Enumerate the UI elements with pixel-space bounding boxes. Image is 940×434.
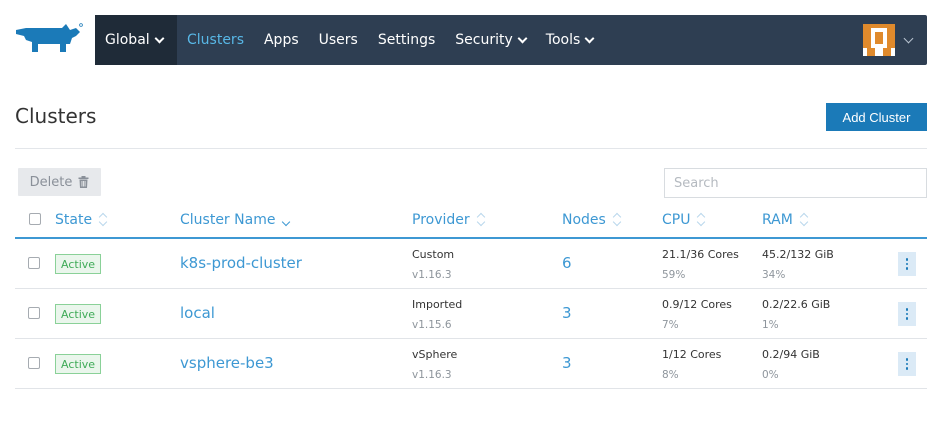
cpu-percent: 7% (662, 319, 679, 331)
global-menu[interactable]: Global (95, 15, 177, 65)
add-cluster-button[interactable]: Add Cluster (826, 103, 927, 131)
row-checkbox[interactable] (28, 357, 40, 369)
table-row: Active local Imported v1.15.6 3 0.9/12 C… (15, 289, 927, 339)
ram-percent: 0% (762, 369, 779, 381)
header-label: State (55, 212, 93, 228)
ram-usage: 45.2/132 GiB (762, 248, 834, 261)
nav-label: Users (318, 32, 358, 48)
cluster-name-link[interactable]: k8s-prod-cluster (180, 254, 302, 272)
provider-version: v1.16.3 (412, 269, 452, 281)
ram-usage: 0.2/94 GiB (762, 348, 820, 361)
rancher-logo-icon[interactable] (14, 22, 84, 58)
column-header-cluster-name[interactable]: Cluster Name (180, 212, 292, 228)
header-label: RAM (762, 212, 793, 228)
row-checkbox[interactable] (28, 307, 40, 319)
divider (15, 148, 927, 149)
top-nav: Global Clusters Apps Users Settings Secu… (95, 15, 927, 65)
nav-item-tools[interactable]: Tools (536, 15, 604, 65)
column-header-nodes[interactable]: Nodes (562, 212, 623, 228)
ram-usage: 0.2/22.6 GiB (762, 298, 831, 311)
nav-item-clusters[interactable]: Clusters (177, 15, 254, 65)
cpu-usage: 21.1/36 Cores (662, 248, 739, 261)
table-header: State Cluster Name Provider Nodes CPU RA… (15, 206, 927, 238)
table-row: Active vsphere-be3 vSphere v1.16.3 3 1/1… (15, 339, 927, 389)
nodes-count-link[interactable]: 3 (562, 304, 572, 322)
ram-percent: 1% (762, 319, 779, 331)
sort-icon (476, 212, 487, 228)
status-badge: Active (55, 254, 102, 274)
nav-label: Security (455, 32, 513, 48)
provider-name: Custom (412, 248, 455, 261)
nav-item-apps[interactable]: Apps (254, 15, 309, 65)
cpu-usage: 0.9/12 Cores (662, 298, 732, 311)
sort-icon (612, 212, 623, 228)
status-badge: Active (55, 354, 102, 374)
sort-icon (282, 212, 292, 228)
provider-name: Imported (412, 298, 463, 311)
kebab-menu-icon[interactable] (898, 302, 916, 326)
cpu-percent: 8% (662, 369, 679, 381)
nav-item-users[interactable]: Users (309, 15, 368, 65)
avatar-chevron-down-icon[interactable] (903, 33, 914, 44)
search-input[interactable] (664, 168, 927, 198)
delete-label: Delete (29, 174, 73, 190)
ram-percent: 34% (762, 269, 786, 281)
cpu-percent: 59% (662, 269, 686, 281)
table-row: Active k8s-prod-cluster Custom v1.16.3 6… (15, 239, 927, 289)
chevron-down-icon (154, 33, 165, 43)
provider-name: vSphere (412, 348, 458, 361)
nav-label: Tools (545, 32, 581, 48)
trash-icon (78, 176, 89, 188)
header-label: Cluster Name (180, 212, 276, 228)
sort-icon (697, 212, 707, 228)
column-header-provider[interactable]: Provider (412, 212, 487, 228)
chevron-down-icon (584, 33, 595, 43)
nav-label: Settings (377, 32, 436, 48)
column-header-state[interactable]: State (55, 212, 109, 228)
nodes-count-link[interactable]: 3 (562, 354, 572, 372)
kebab-menu-icon[interactable] (898, 252, 916, 276)
select-all-checkbox[interactable] (29, 213, 41, 225)
chevron-down-icon (517, 33, 528, 43)
header-label: Provider (412, 212, 470, 228)
column-header-ram[interactable]: RAM (762, 212, 810, 228)
nodes-count-link[interactable]: 6 (562, 254, 572, 272)
header-label: Nodes (562, 212, 606, 228)
nav-label: Clusters (187, 32, 244, 48)
page-title: Clusters (15, 104, 97, 128)
delete-button[interactable]: Delete (18, 168, 101, 196)
provider-version: v1.16.3 (412, 369, 452, 381)
sort-icon (799, 212, 810, 228)
cluster-name-link[interactable]: vsphere-be3 (180, 354, 274, 372)
global-label: Global (105, 32, 150, 48)
cluster-name-link[interactable]: local (180, 304, 215, 322)
header-label: CPU (662, 212, 691, 228)
cpu-usage: 1/12 Cores (662, 348, 722, 361)
status-badge: Active (55, 304, 102, 324)
nav-item-security[interactable]: Security (445, 15, 536, 65)
nav-item-settings[interactable]: Settings (368, 15, 445, 65)
nav-label: Apps (263, 32, 299, 48)
provider-version: v1.15.6 (412, 319, 452, 331)
user-avatar-icon[interactable] (863, 24, 895, 56)
row-checkbox[interactable] (28, 257, 40, 269)
column-header-cpu[interactable]: CPU (662, 212, 707, 228)
kebab-menu-icon[interactable] (898, 352, 916, 376)
sort-icon (98, 212, 109, 228)
